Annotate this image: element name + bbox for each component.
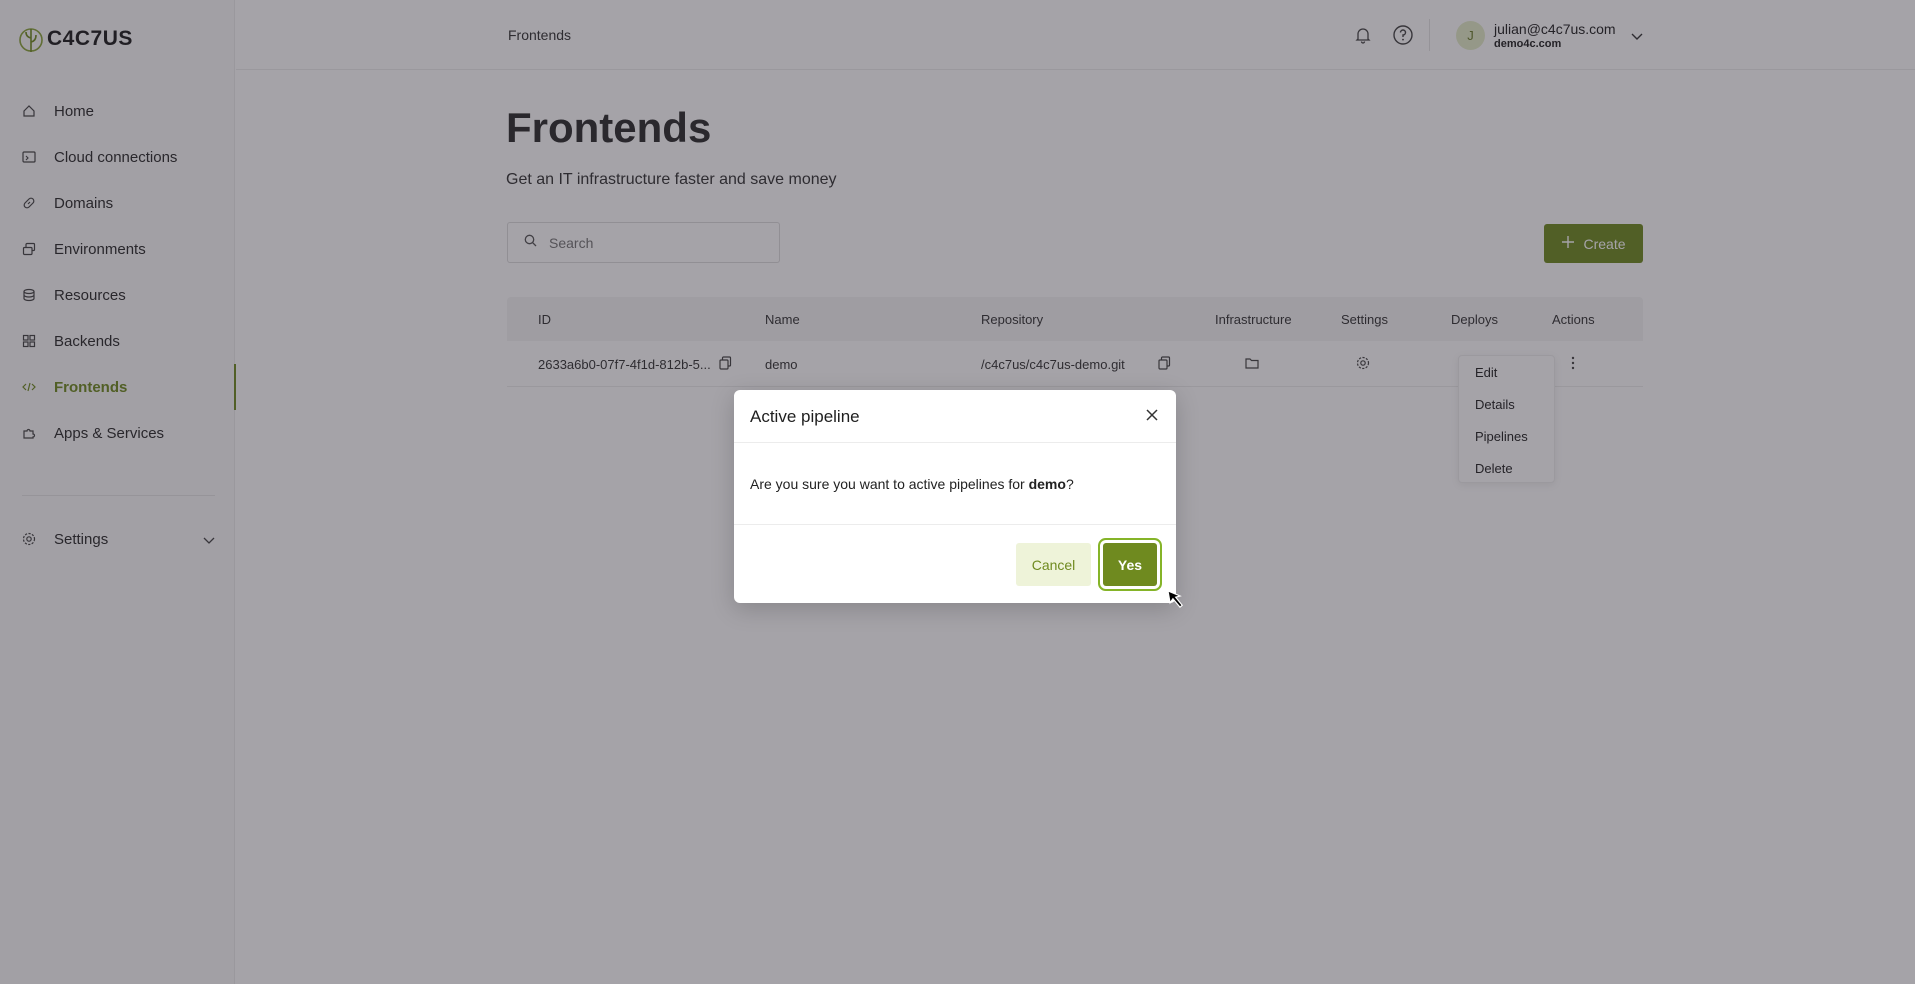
dialog-message: Are you sure you want to active pipeline… (750, 476, 1074, 492)
dialog-title: Active pipeline (750, 407, 860, 426)
dialog-message-text: Are you sure you want to active pipeline… (750, 476, 1029, 492)
close-icon[interactable] (1142, 405, 1162, 425)
yes-button[interactable]: Yes (1103, 543, 1157, 586)
dialog-message-suffix: ? (1065, 476, 1074, 492)
confirm-dialog: Active pipeline Are you sure you want to… (734, 390, 1176, 603)
dialog-target-name: demo (1028, 476, 1066, 492)
mouse-cursor-icon (1167, 590, 1184, 609)
dialog-divider (734, 442, 1176, 443)
cancel-button[interactable]: Cancel (1016, 543, 1091, 586)
dialog-divider (734, 524, 1176, 525)
